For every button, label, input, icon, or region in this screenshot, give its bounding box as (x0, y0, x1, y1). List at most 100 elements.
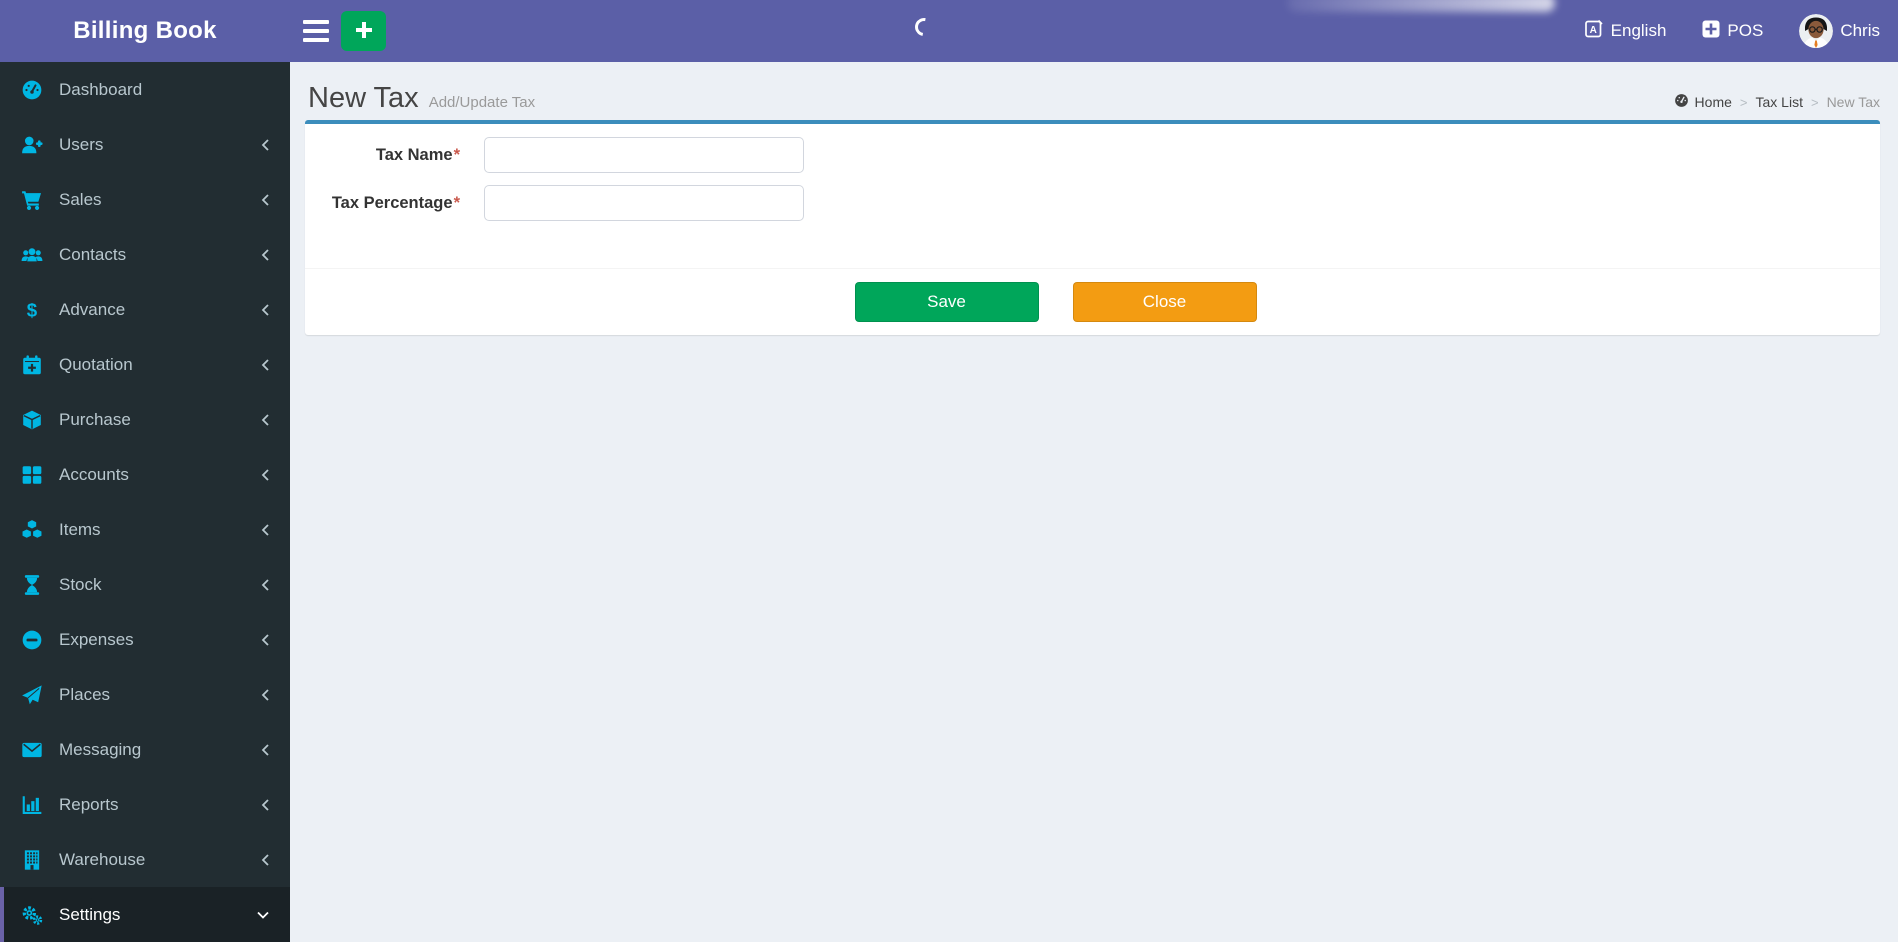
chevron-left-icon (260, 853, 270, 867)
chevron-left-icon (260, 743, 270, 757)
tax-percentage-input[interactable] (484, 185, 804, 221)
quick-add-button[interactable] (341, 11, 386, 51)
user-plus-icon (20, 134, 44, 156)
tax-percentage-label: Tax Percentage* (305, 194, 460, 213)
bar-chart-icon (20, 794, 44, 816)
user-name: Chris (1840, 21, 1880, 40)
sidebar-item-expenses[interactable]: Expenses (0, 612, 290, 667)
sidebar-item-label: Places (59, 684, 111, 704)
sidebar-item-label: Contacts (59, 244, 127, 264)
sidebar-item-dashboard[interactable]: Dashboard (0, 62, 290, 117)
dollar-icon: $ (20, 299, 44, 321)
close-button[interactable]: Close (1072, 282, 1257, 322)
minus-circle-icon (20, 629, 44, 651)
sidebar-item-warehouse[interactable]: Warehouse (0, 832, 290, 887)
svg-text:A: A (1589, 24, 1596, 35)
cart-icon (20, 189, 44, 211)
dashboard-icon (20, 79, 44, 101)
save-button[interactable]: Save (854, 282, 1039, 322)
breadcrumb-home-link[interactable]: Home (1674, 93, 1732, 111)
top-bar: Billing Book A English POS Chris (0, 0, 1898, 62)
breadcrumb-current: New Tax (1826, 94, 1880, 110)
plus-icon (353, 19, 375, 44)
sidebar-item-label: Settings (59, 904, 121, 924)
sidebar-item-label: Expenses (59, 629, 134, 649)
tax-percentage-label-text: Tax Percentage (331, 193, 453, 212)
users-icon (20, 244, 44, 266)
breadcrumb-home-label: Home (1694, 94, 1732, 110)
chevron-left-icon (260, 248, 270, 262)
sidebar-item-label: Dashboard (59, 79, 143, 99)
chevron-left-icon (260, 468, 270, 482)
gears-icon (20, 904, 44, 926)
sidebar-item-label: Warehouse (59, 849, 146, 869)
sidebar-item-reports[interactable]: Reports (0, 777, 290, 832)
breadcrumb: Home > Tax List > New Tax (1674, 93, 1880, 111)
paper-plane-icon (20, 684, 44, 706)
chevron-left-icon (260, 633, 270, 647)
cubes-icon (20, 519, 44, 541)
sidebar-item-label: Users (59, 134, 104, 154)
sidebar-item-settings[interactable]: Settings (0, 887, 290, 942)
blur-artifact (1287, 0, 1555, 12)
sidebar-item-label: Messaging (59, 739, 142, 759)
language-menu[interactable]: A English (1584, 19, 1666, 44)
chevron-left-icon (260, 578, 270, 592)
form-footer: Save Close (305, 268, 1880, 335)
sidebar-item-label: Stock (59, 574, 102, 594)
sidebar-item-label: Quotation (59, 354, 133, 374)
sidebar-item-contacts[interactable]: Contacts (0, 227, 290, 282)
page-subtitle: Add/Update Tax (428, 94, 536, 111)
sidebar-item-stock[interactable]: Stock (0, 557, 290, 612)
sidebar-item-label: Sales (59, 189, 102, 209)
language-icon: A (1584, 19, 1604, 44)
sidebar-item-label: Reports (59, 794, 119, 814)
main-content: New Tax Add/Update Tax Home > Tax List >… (290, 62, 1898, 937)
breadcrumb-taxlist-link[interactable]: Tax List (1756, 94, 1803, 110)
sidebar-item-label: Items (59, 519, 101, 539)
user-menu[interactable]: Chris (1799, 14, 1880, 48)
sidebar-item-label: Accounts (59, 464, 129, 484)
chevron-left-icon (260, 138, 270, 152)
pos-button[interactable]: POS (1702, 20, 1763, 43)
sidebar-nav: Dashboard Users Sales Contacts $ Advance… (0, 62, 290, 942)
tax-name-input[interactable] (484, 137, 804, 173)
sidebar-item-items[interactable]: Items (0, 502, 290, 557)
chevron-left-icon (260, 413, 270, 427)
sidebar-item-advance[interactable]: $ Advance (0, 282, 290, 337)
breadcrumb-taxlist-label: Tax List (1755, 94, 1803, 110)
sidebar-item-purchase[interactable]: Purchase (0, 392, 290, 447)
envelope-icon (20, 739, 44, 761)
loading-spinner-icon (911, 14, 937, 40)
chevron-left-icon (260, 523, 270, 537)
avatar (1799, 14, 1834, 48)
sidebar-item-places[interactable]: Places (0, 667, 290, 722)
sidebar-toggle-button[interactable] (303, 20, 329, 42)
page-title: New Tax (308, 82, 419, 114)
chevron-left-icon (260, 303, 270, 317)
chevron-down-icon (256, 910, 270, 920)
grid-icon (20, 464, 44, 486)
tax-form-panel: Tax Name* Tax Percentage* Save Close (305, 120, 1880, 335)
hourglass-icon (20, 574, 44, 596)
breadcrumb-separator: > (1810, 94, 1819, 110)
calendar-plus-icon (20, 354, 44, 376)
chevron-left-icon (260, 798, 270, 812)
sidebar-item-sales[interactable]: Sales (0, 172, 290, 227)
sidebar-item-messaging[interactable]: Messaging (0, 722, 290, 777)
tax-name-row: Tax Name* (305, 137, 1880, 173)
app-logo[interactable]: Billing Book (0, 0, 290, 62)
sidebar-item-quotation[interactable]: Quotation (0, 337, 290, 392)
tax-name-label-text: Tax Name (375, 145, 453, 164)
required-mark: * (453, 193, 460, 212)
sidebar-item-users[interactable]: Users (0, 117, 290, 172)
chevron-left-icon (260, 688, 270, 702)
required-mark: * (453, 145, 460, 164)
chevron-left-icon (260, 358, 270, 372)
page-header: New Tax Add/Update Tax (308, 82, 535, 115)
breadcrumb-separator: > (1739, 94, 1748, 110)
app-title: Billing Book (73, 17, 217, 44)
cube-icon (20, 409, 44, 431)
sidebar-item-accounts[interactable]: Accounts (0, 447, 290, 502)
home-dashboard-icon (1674, 93, 1689, 111)
